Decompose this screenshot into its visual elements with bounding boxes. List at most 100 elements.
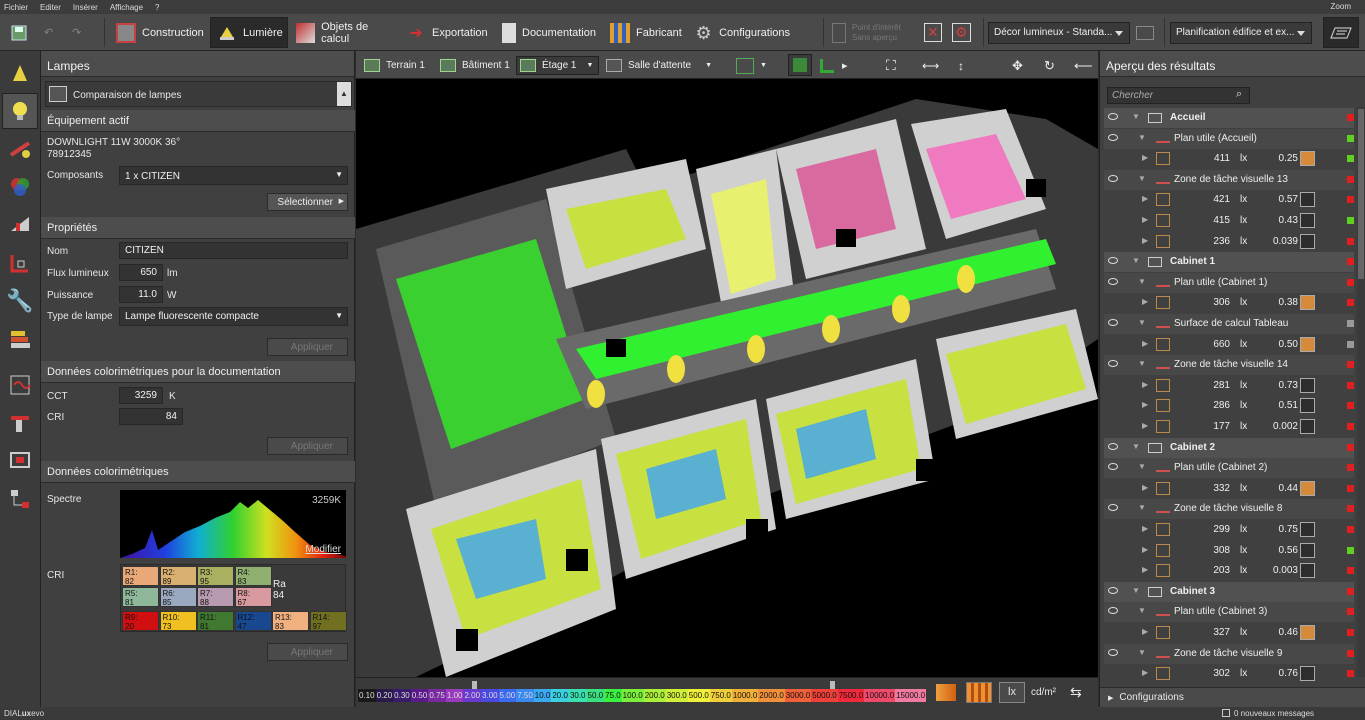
chevron-right-icon[interactable]: ▶ (1142, 524, 1148, 533)
result-value-row[interactable]: ▶ 306 lx 0.38 (1104, 293, 1354, 313)
light-scene-select[interactable]: Décor lumineux - Standa... (988, 22, 1130, 44)
chevron-right-icon[interactable]: ▶ (1142, 339, 1148, 348)
chevron-down-icon[interactable]: ▼ (1138, 174, 1146, 183)
chevron-right-icon[interactable]: ▶ (1142, 627, 1148, 636)
tab-fabricant[interactable]: Fabricant (610, 17, 686, 48)
lamp-type-select[interactable]: Lampe fluorescente compacte ▼ (119, 307, 348, 326)
tab-construction[interactable]: Construction (116, 17, 208, 48)
light-groups-tool[interactable] (2, 321, 38, 357)
result-value-row[interactable]: ▶ 299 lx 0.75 (1104, 520, 1354, 540)
isoline-icon[interactable] (1300, 666, 1315, 682)
chevron-down-icon[interactable]: ▼ (1138, 606, 1146, 615)
tab-documentation[interactable]: Documentation (502, 17, 600, 48)
light-scene-button[interactable] (1136, 17, 1158, 48)
undo-button[interactable]: ↶ (44, 17, 68, 48)
apply-button[interactable]: Appliquer (267, 643, 348, 661)
chevron-down-icon[interactable]: ▼ (1132, 112, 1140, 121)
visibility-eye-icon[interactable] (1108, 174, 1118, 182)
result-plane[interactable]: ▼ Surface de calcul Tableau (1104, 314, 1354, 334)
planning-select[interactable]: Planification édifice et ex... (1170, 22, 1312, 44)
visibility-eye-icon[interactable] (1108, 360, 1118, 368)
modify-link[interactable]: Modifier (305, 544, 341, 555)
scale-slider-right[interactable] (830, 681, 835, 689)
chevron-right-icon[interactable]: ▶ (1142, 483, 1148, 492)
chevron-right-icon[interactable]: ▶ (1142, 153, 1148, 162)
apply-button[interactable]: Appliquer (267, 437, 348, 455)
gradient-mode-button-2[interactable] (966, 682, 992, 703)
3d-viewport[interactable]: Terrain 1 Bâtiment 1 Étage 1 ▼ Salle d'at… (356, 51, 1098, 707)
result-plane[interactable]: ▼ Plan utile (Accueil) (1104, 128, 1354, 149)
arrangement-tool[interactable] (2, 245, 38, 281)
result-plane[interactable]: ▼ Plan utile (Cabinet 1) (1104, 272, 1354, 293)
falsecolor-icon[interactable] (1300, 625, 1315, 640)
result-value-row[interactable]: ▶ 281 lx 0.73 (1104, 376, 1354, 396)
result-value-row[interactable]: ▶ 660 lx 0.50 (1104, 335, 1354, 355)
scale-slider-left[interactable] (472, 681, 477, 689)
visibility-eye-icon[interactable] (1108, 257, 1118, 265)
hierarchy-tool[interactable] (2, 481, 38, 517)
isoline-icon[interactable] (1300, 563, 1315, 579)
result-value-row[interactable]: ▶ 327 lx 0.46 (1104, 623, 1354, 643)
result-value-row[interactable]: ▶ 177 lx 0.002 (1104, 417, 1354, 437)
chevron-down-icon[interactable]: ▼ (1138, 462, 1146, 471)
pan-button[interactable]: ✥ (1012, 56, 1023, 75)
result-plane[interactable]: ▼ Zone de tâche visuelle 13 (1104, 169, 1354, 190)
falsecolor-icon[interactable] (1300, 295, 1315, 311)
visibility-eye-icon[interactable] (1108, 607, 1118, 615)
chevron-right-icon[interactable]: ▶ (1142, 565, 1148, 574)
luminaire-tool[interactable] (2, 55, 38, 91)
isoline-icon[interactable] (1300, 213, 1315, 228)
result-value-row[interactable]: ▶ 411 lx 0.25 (1104, 149, 1354, 169)
chevron-right-icon[interactable]: ▶ (1142, 215, 1148, 224)
result-value-row[interactable]: ▶ 302 lx 0.76 (1104, 664, 1354, 684)
chevron-right-icon[interactable]: ▶ (1142, 236, 1148, 245)
result-value-row[interactable]: ▶ 236 lx 0.039 (1104, 232, 1354, 252)
tab-exportation[interactable]: ➜ Exportation (406, 17, 494, 48)
floor-plan-render[interactable] (356, 79, 1098, 677)
tab-objets[interactable]: Objets de calcul (296, 17, 396, 48)
delete-settings-button[interactable]: ⚙ (952, 17, 972, 48)
visibility-eye-icon[interactable] (1108, 113, 1118, 120)
maintenance-tool[interactable]: 🔧 (2, 283, 38, 319)
measure-h-button[interactable]: ⟷ (922, 56, 939, 75)
isoline-icon[interactable] (1300, 398, 1315, 414)
result-plane[interactable]: ▼ Plan utile (Cabinet 2) (1104, 458, 1354, 479)
place-tool[interactable] (2, 405, 38, 441)
color-tool[interactable] (2, 169, 38, 205)
lamp-comparison-select[interactable]: Comparaison de lampes ▲ (45, 81, 352, 107)
unit-lx-button[interactable]: lx (999, 682, 1025, 703)
chevron-down-icon[interactable]: ▼ (1138, 503, 1146, 512)
view-mode-icon[interactable]: ▼ (736, 56, 767, 75)
visibility-eye-icon[interactable] (1108, 319, 1118, 326)
breadcrumb-floor[interactable]: Étage 1 ▼ (516, 56, 600, 75)
tab-configurations[interactable]: ⚙ Configurations (694, 17, 790, 48)
isoline-icon[interactable] (1300, 233, 1315, 249)
chevron-down-icon[interactable]: ▼ (1138, 277, 1146, 286)
menu-editer[interactable]: Editer (40, 3, 61, 12)
chevron-down-icon[interactable]: ▼ (1132, 586, 1140, 595)
save-button[interactable] (10, 17, 38, 48)
measure-v-button[interactable]: ↕ (958, 56, 964, 75)
delete-button[interactable]: ✕ (924, 17, 944, 48)
emergency-tool[interactable] (2, 367, 38, 403)
cri-field[interactable]: 84 (119, 408, 183, 425)
zoom-label[interactable]: Zoom (1331, 2, 1351, 11)
isoline-icon[interactable] (1300, 522, 1315, 537)
name-field[interactable]: CITIZEN (119, 242, 348, 259)
result-plane[interactable]: ▼ Zone de tâche visuelle 14 (1104, 355, 1354, 376)
chevron-right-icon[interactable]: ▶ (1142, 668, 1148, 677)
rotate-button[interactable]: ↻ (1044, 56, 1055, 75)
isoline-icon[interactable] (1300, 377, 1315, 393)
messages-status[interactable]: 0 nouveaux messages (1234, 709, 1314, 718)
chevron-right-icon[interactable]: ▶ (1142, 421, 1148, 430)
visibility-eye-icon[interactable] (1108, 648, 1118, 656)
chevron-down-icon[interactable]: ▼ (1132, 256, 1140, 265)
isoline-icon[interactable] (1300, 542, 1315, 558)
chevron-right-icon[interactable]: ▶ (1142, 297, 1148, 306)
lamp-tool[interactable] (2, 93, 38, 129)
gradient-mode-button[interactable] (936, 684, 956, 701)
breadcrumb-building[interactable]: Bâtiment 1 (440, 56, 510, 75)
screen-tool[interactable] (2, 443, 38, 479)
menu-fichier[interactable]: Fichier (4, 3, 28, 12)
breadcrumb-room[interactable]: Salle d'attente ▼ (606, 56, 712, 75)
